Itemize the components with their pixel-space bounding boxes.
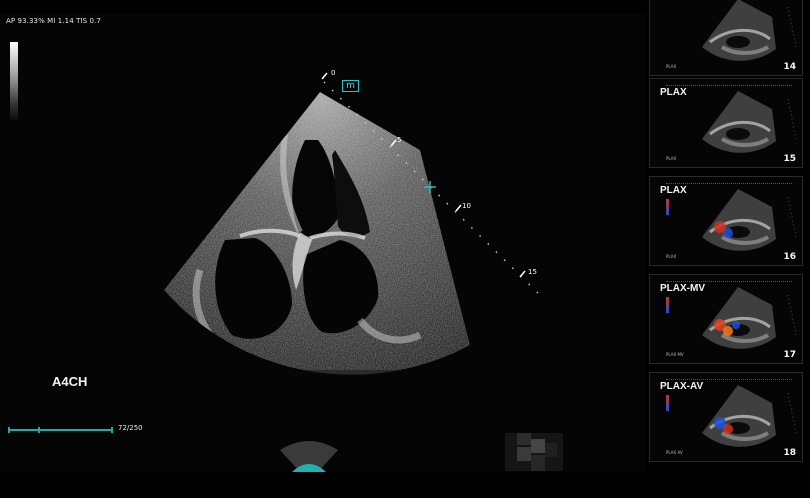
thumbnail-number: 16 bbox=[783, 252, 796, 262]
thumbnail-3[interactable]: PLAX-MV PLAX MV 17 bbox=[649, 274, 803, 364]
thumbnail-header bbox=[666, 278, 792, 282]
thumbnail-footer: PLAX bbox=[666, 156, 677, 161]
cine-start-tick bbox=[8, 427, 10, 433]
echo-sector-image: 0 5 10 15 bbox=[164, 69, 546, 375]
cine-track[interactable] bbox=[8, 429, 113, 431]
frame-counter: 72/250 bbox=[118, 424, 143, 432]
thumbnail-4[interactable]: PLAX-AV PLAX AV 18 bbox=[649, 372, 803, 462]
thumbnail-footer: PLAX bbox=[666, 64, 677, 69]
ultrasound-screen: 0 5 10 15 AP 93.33% MI 1.14 TIS 0.7 m A4… bbox=[0, 0, 810, 498]
thumbnail-panel[interactable]: PLAX 14 PLAX PLAX 15 PLAX PLAX 16 PLAX-M… bbox=[647, 0, 810, 472]
thumbnail-header bbox=[666, 376, 792, 380]
thumbnail-title: PLAX bbox=[660, 87, 687, 98]
thumbnail-header bbox=[666, 180, 792, 184]
thumbnail-footer: PLAX MV bbox=[666, 352, 684, 357]
bottom-bar bbox=[0, 472, 810, 498]
thumbnail-number: 18 bbox=[783, 448, 796, 458]
thumbnail-1[interactable]: PLAX PLAX 15 bbox=[649, 78, 803, 168]
thumbnail-footer: PLAX bbox=[666, 254, 677, 259]
acoustic-power-readout: AP 93.33% MI 1.14 TIS 0.7 bbox=[6, 17, 101, 25]
thumbnail-title: PLAX-MV bbox=[660, 283, 705, 294]
thumbnail-number: 14 bbox=[783, 62, 796, 72]
view-label: A4CH bbox=[52, 374, 88, 389]
thumbnail-footer: PLAX AV bbox=[666, 450, 683, 455]
image-thumbnail-patch bbox=[505, 433, 563, 471]
thumbnail-0[interactable]: PLAX 14 bbox=[649, 0, 803, 76]
thumbnail-header bbox=[666, 82, 792, 86]
cine-scrollbar[interactable] bbox=[8, 427, 113, 433]
thumbnail-title: PLAX-AV bbox=[660, 381, 704, 392]
depth-label-15: 15 bbox=[528, 268, 537, 276]
orientation-marker: m bbox=[342, 80, 359, 92]
depth-label-0: 0 bbox=[331, 69, 335, 77]
color-scale-bar bbox=[666, 199, 669, 215]
cine-end-tick bbox=[111, 427, 113, 433]
cine-position-handle[interactable] bbox=[38, 427, 40, 433]
thumbnail-number: 15 bbox=[783, 154, 796, 164]
color-scale-bar bbox=[666, 395, 669, 411]
thumbnail-2[interactable]: PLAX PLAX 16 bbox=[649, 176, 803, 266]
gray-scale-bar bbox=[10, 42, 18, 120]
depth-label-5: 5 bbox=[397, 136, 401, 144]
depth-label-10: 10 bbox=[462, 202, 471, 210]
probe-dome-icon bbox=[280, 441, 338, 472]
color-scale-bar bbox=[666, 297, 669, 313]
thumbnail-number: 17 bbox=[783, 350, 796, 360]
thumbnail-title: PLAX bbox=[660, 185, 687, 196]
